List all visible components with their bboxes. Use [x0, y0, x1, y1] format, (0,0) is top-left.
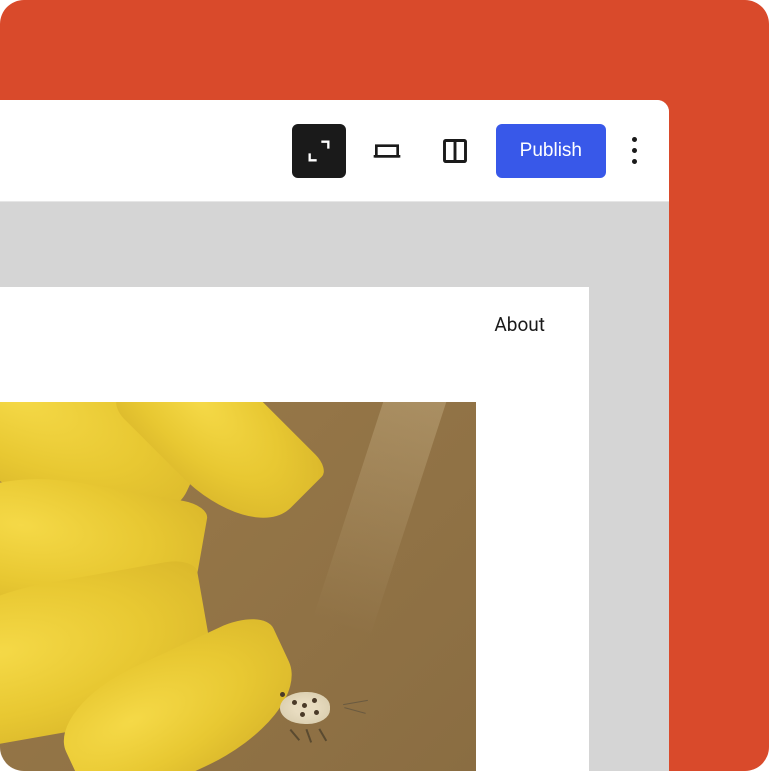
publish-button[interactable]: Publish — [496, 124, 606, 178]
kebab-dot-icon — [632, 137, 637, 142]
panel-icon — [441, 137, 469, 165]
page-navigation: About — [0, 287, 589, 362]
desktop-preview-button[interactable] — [360, 124, 414, 178]
kebab-dot-icon — [632, 159, 637, 164]
fullscreen-icon — [305, 137, 333, 165]
sidebar-toggle-button[interactable] — [428, 124, 482, 178]
nav-link-about[interactable]: About — [494, 313, 545, 336]
editor-toolbar: Publish — [0, 100, 669, 202]
beetle — [280, 692, 350, 732]
kebab-dot-icon — [632, 148, 637, 153]
laptop-icon — [371, 135, 403, 167]
editor-canvas: About — [0, 202, 669, 771]
app-frame: Publish About — [0, 0, 769, 771]
editor-window: Publish About — [0, 100, 669, 771]
page-preview[interactable]: About — [0, 287, 589, 771]
hero-image[interactable] — [0, 402, 476, 771]
options-menu-button[interactable] — [620, 125, 649, 176]
fullscreen-button[interactable] — [292, 124, 346, 178]
